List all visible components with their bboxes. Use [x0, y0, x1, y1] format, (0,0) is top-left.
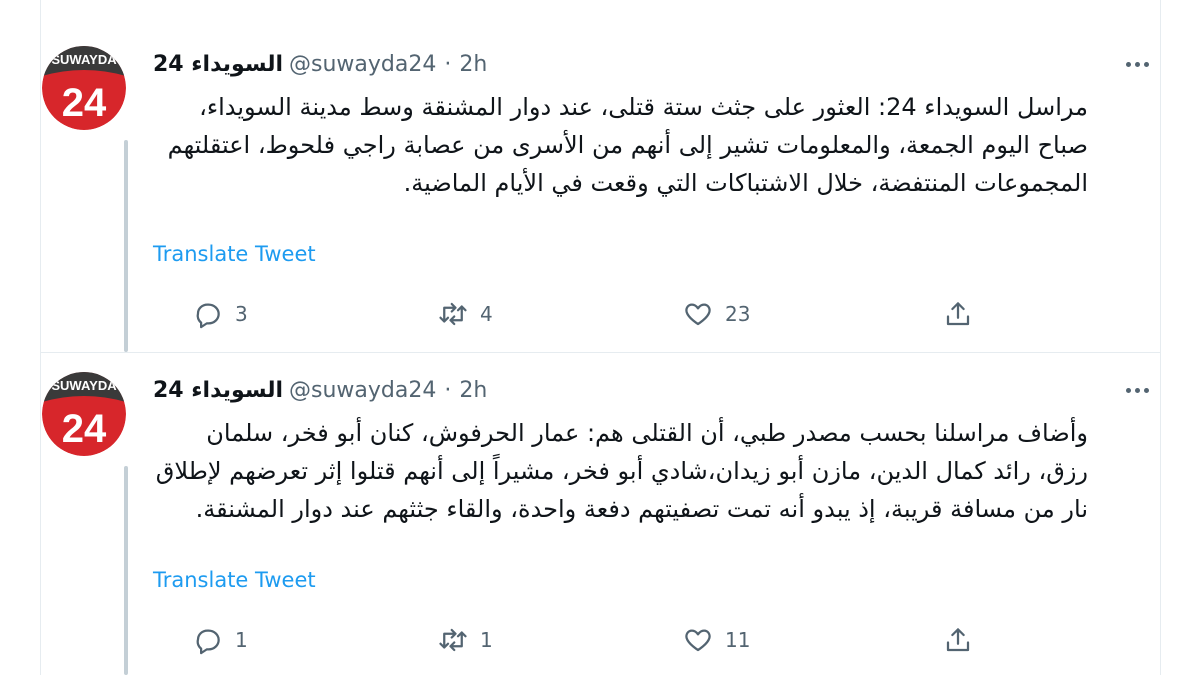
retweet-icon: [439, 628, 467, 652]
like-count: 23: [725, 302, 751, 326]
like-button[interactable]: 23: [683, 294, 750, 334]
avatar-banner-text: SUWAYDA: [51, 378, 117, 393]
more-options-button[interactable]: [1119, 378, 1155, 402]
timeline-border-right: [1160, 0, 1161, 675]
more-icon-dot: [1125, 387, 1131, 393]
tweet-actions: 1 1 11: [153, 620, 970, 660]
tweet-actions: 3 4 23: [153, 294, 970, 334]
separator-dot: ·: [444, 51, 452, 77]
thread-connector-line: [124, 140, 128, 352]
avatar-number-text: 24: [62, 407, 107, 451]
display-name[interactable]: السويداء 24: [153, 378, 283, 403]
more-options-button[interactable]: [1119, 52, 1155, 76]
reply-icon: [196, 303, 220, 329]
tweet-text: مراسل السويداء 24: العثور على جثث ستة قت…: [167, 93, 1088, 197]
retweet-count: 4: [480, 302, 493, 326]
username[interactable]: @suwayda24: [289, 378, 436, 403]
share-button[interactable]: [943, 294, 973, 334]
tweet-divider: [41, 352, 1160, 353]
retweet-button[interactable]: 1: [438, 620, 493, 660]
reply-count: 3: [235, 302, 248, 326]
retweet-icon: [439, 302, 467, 326]
avatar-banner-text: SUWAYDA: [51, 52, 117, 67]
more-icon-dot: [1134, 61, 1140, 67]
like-icon: [685, 629, 711, 652]
share-button[interactable]: [943, 620, 973, 660]
share-icon: [946, 302, 970, 326]
translate-tweet-link[interactable]: Translate Tweet: [153, 242, 316, 266]
more-icon-dot: [1143, 387, 1149, 393]
avatar[interactable]: SUWAYDA 24: [42, 372, 126, 456]
translate-tweet-link[interactable]: Translate Tweet: [153, 568, 316, 592]
like-icon: [685, 303, 711, 326]
tweet-text: وأضاف مراسلنا بحسب مصدر طبي، أن القتلى ه…: [155, 419, 1088, 523]
thread-connector-line: [124, 466, 128, 675]
display-name[interactable]: السويداء 24: [153, 52, 283, 77]
timeline-border-left: [40, 0, 41, 675]
timestamp[interactable]: 2h: [459, 52, 487, 77]
username[interactable]: @suwayda24: [289, 52, 436, 77]
retweet-count: 1: [480, 628, 493, 652]
retweet-button[interactable]: 4: [438, 294, 493, 334]
avatar[interactable]: SUWAYDA 24: [42, 46, 126, 130]
like-count: 11: [725, 628, 751, 652]
separator-dot: ·: [444, 377, 452, 403]
reply-count: 1: [235, 628, 248, 652]
timestamp[interactable]: 2h: [459, 378, 487, 403]
more-icon-dot: [1125, 61, 1131, 67]
tweet-header: السويداء 24 @suwayda24 · 2h: [153, 373, 487, 407]
tweet-header: السويداء 24 @suwayda24 · 2h: [153, 47, 487, 81]
share-icon: [946, 628, 970, 652]
reply-icon: [196, 629, 220, 655]
reply-button[interactable]: 3: [193, 294, 248, 334]
more-icon-dot: [1143, 61, 1149, 67]
avatar-number-text: 24: [62, 81, 107, 125]
like-button[interactable]: 11: [683, 620, 750, 660]
more-icon-dot: [1134, 387, 1140, 393]
reply-button[interactable]: 1: [193, 620, 248, 660]
